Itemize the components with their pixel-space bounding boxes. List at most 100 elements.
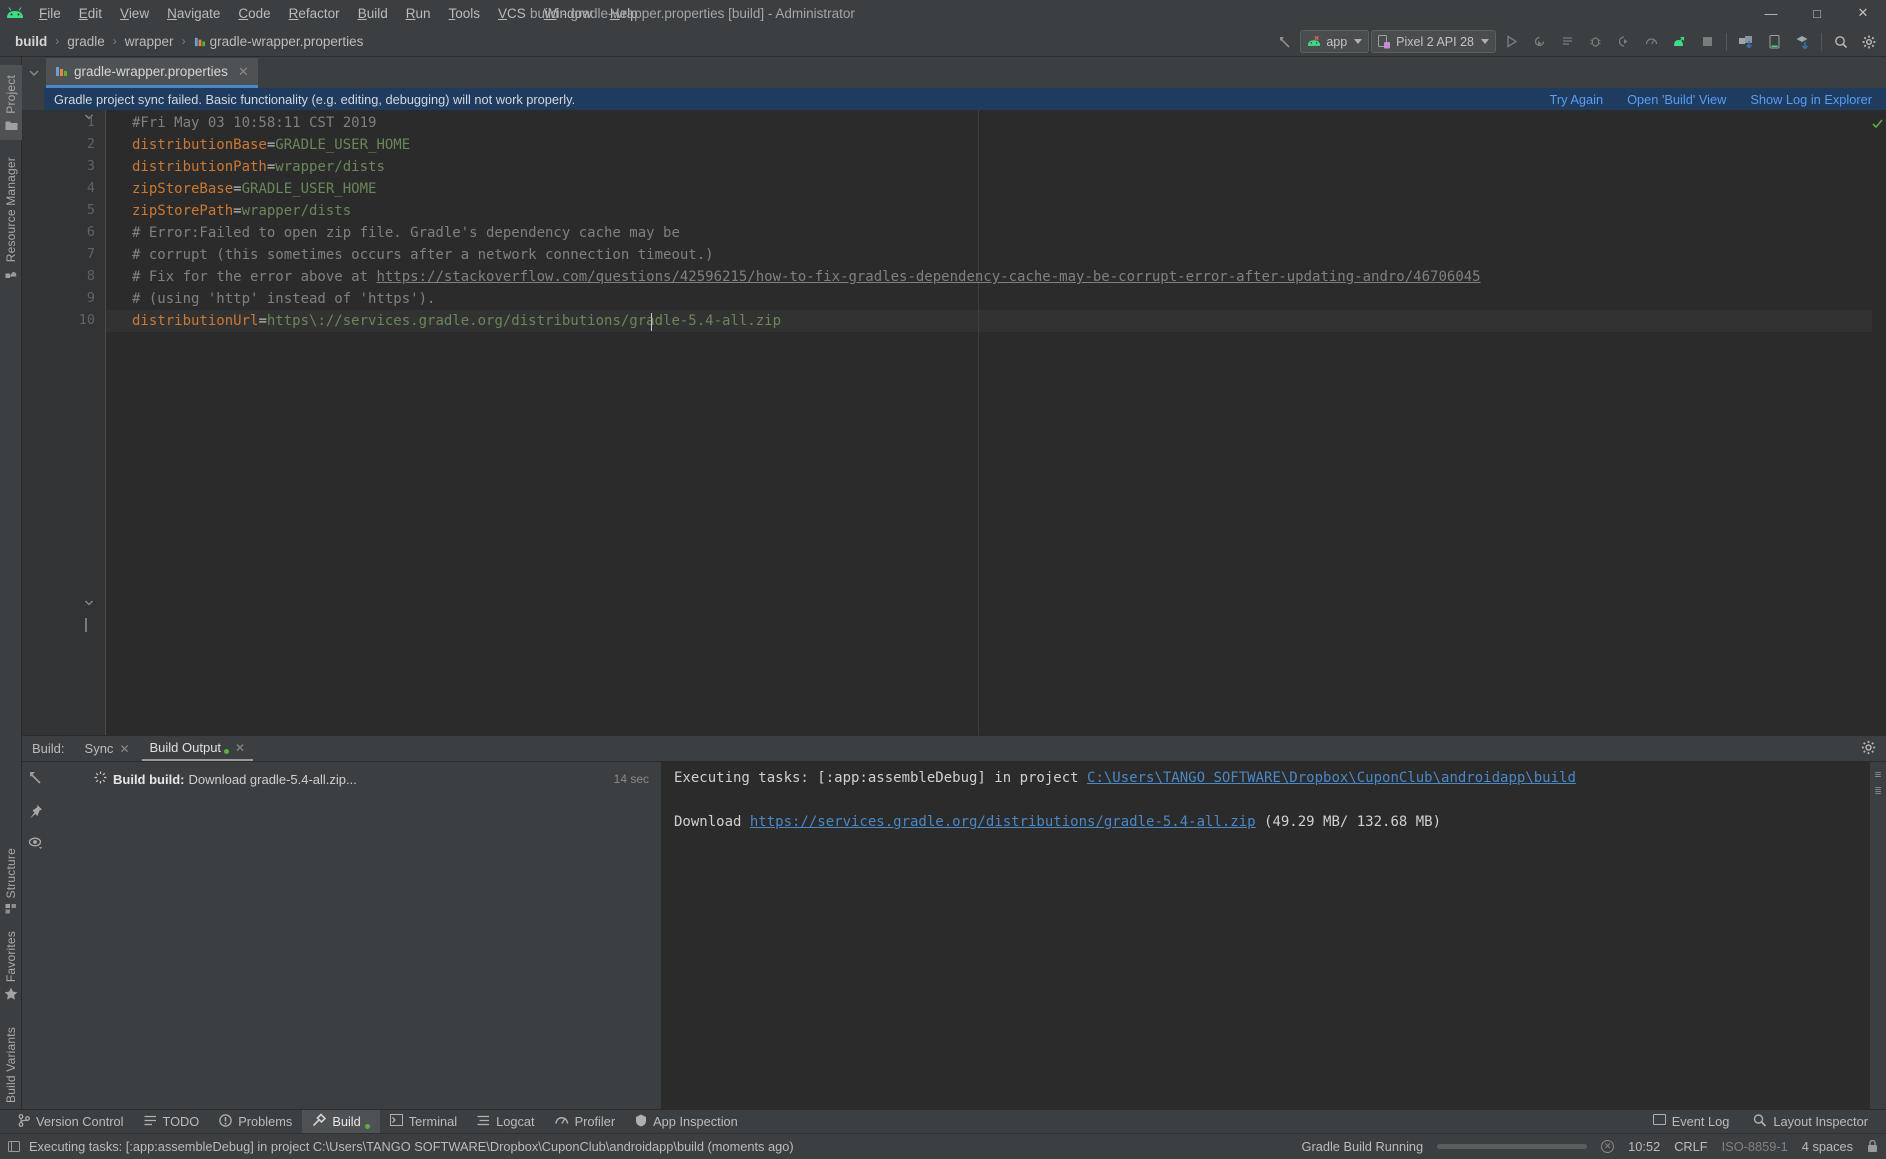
search-everywhere-button[interactable] (1828, 29, 1854, 54)
build-tab-build-output-close-icon[interactable]: ✕ (235, 741, 245, 755)
editor-gutter[interactable]: 1 2 3 4 5 6 7 8 9 10 (22, 110, 106, 735)
build-task-row[interactable]: Build build: Download gradle-5.4-all.zip… (50, 768, 661, 790)
fold-collapse-icon[interactable] (84, 598, 94, 611)
lock-icon[interactable] (1867, 1140, 1878, 1153)
apply-changes-button[interactable] (1554, 29, 1580, 54)
bottom-strip-right: Event Log Layout Inspector (1643, 1110, 1878, 1133)
code-line[interactable]: zipStorePath=wrapper/dists (132, 200, 351, 222)
menu-item-edit[interactable]: Edit (70, 3, 111, 24)
code-line[interactable]: #Fri May 03 10:58:11 CST 2019 (132, 112, 376, 134)
tab-list-toggle-icon[interactable] (22, 57, 46, 88)
maximize-button[interactable]: □ (1794, 0, 1840, 26)
tool-window-button-resource-manager[interactable]: Resource Manager (0, 150, 22, 288)
indent-setting[interactable]: 4 spaces (1802, 1139, 1853, 1154)
build-tab-sync-close-icon[interactable]: ✕ (119, 742, 129, 756)
build-tab-sync[interactable]: Sync ✕ (77, 736, 138, 761)
menu-item-view[interactable]: View (111, 3, 158, 24)
console-hyperlink[interactable]: C:\Users\TANGO SOFTWARE\Dropbox\CuponClu… (1087, 770, 1576, 786)
build-tab-build-output[interactable]: Build Output ✕ (141, 736, 254, 761)
menu-item-file[interactable]: File (30, 3, 70, 24)
main-toolbar: app Pixel 2 API 28 (1272, 26, 1882, 57)
code-line[interactable]: distributionUrl=https\://services.gradle… (132, 310, 781, 332)
console-wrap-icon[interactable]: ≡ (1870, 766, 1886, 782)
code-token: # Error:Failed to open zip file. Gradle'… (132, 225, 680, 241)
console-scroll-icon[interactable]: ≣ (1870, 782, 1886, 798)
build-settings-gear-icon[interactable] (1861, 740, 1876, 758)
minimize-button[interactable]: — (1748, 0, 1794, 26)
run-configuration-selector[interactable]: app (1300, 30, 1370, 53)
breadcrumb-item-build[interactable]: build (10, 33, 52, 50)
layout-inspector-button[interactable] (1789, 29, 1815, 54)
status-window-icon[interactable] (8, 1140, 21, 1153)
console-hyperlink[interactable]: https://services.gradle.org/distribution… (750, 814, 1256, 830)
eye-icon[interactable] (28, 836, 44, 853)
bottom-tool-event-log[interactable]: Event Log (1643, 1110, 1740, 1133)
run-button[interactable] (1498, 29, 1524, 54)
bottom-tool-logcat[interactable]: Logcat (467, 1110, 544, 1133)
breadcrumb-item-gradle[interactable]: gradle (62, 33, 110, 50)
tool-window-button-structure[interactable]: Structure (0, 835, 22, 924)
bottom-tool-todo[interactable]: TODO (134, 1110, 210, 1133)
editor-tab-close-icon[interactable]: ✕ (238, 64, 249, 80)
stop-button[interactable] (1694, 29, 1720, 54)
breadcrumb-item-gradle-wrapper-properties[interactable]: gradle-wrapper.properties (189, 33, 369, 50)
tool-window-button-project[interactable]: Project (0, 65, 22, 140)
breadcrumb-label: gradle-wrapper.properties (209, 33, 364, 49)
bottom-tool-build[interactable]: Build (302, 1110, 380, 1133)
sync-gradle-button[interactable] (1666, 29, 1692, 54)
build-console-output[interactable]: ≡ ≣ Executing tasks: [:app:assembleDebug… (662, 762, 1886, 1125)
code-line[interactable]: # corrupt (this sometimes occurs after a… (132, 244, 714, 266)
avd-manager-button[interactable] (1761, 29, 1787, 54)
code-line[interactable]: # (using 'http' instead of 'https'). (132, 288, 435, 310)
code-line[interactable]: # Error:Failed to open zip file. Gradle'… (132, 222, 680, 244)
bottom-tool-profiler[interactable]: Profiler (545, 1110, 626, 1133)
editor-text-area[interactable]: #Fri May 03 10:58:11 CST 2019 distributio… (106, 110, 1886, 735)
code-hyperlink[interactable]: https://stackoverflow.com/questions/4259… (376, 269, 1480, 285)
menu-item-refactor[interactable]: Refactor (280, 3, 349, 24)
caret-position[interactable]: 10:52 (1628, 1139, 1660, 1154)
collapse-arrow-icon[interactable] (28, 770, 44, 789)
device-selector[interactable]: Pixel 2 API 28 (1371, 30, 1496, 53)
build-task-tree[interactable]: Build build: Download gradle-5.4-all.zip… (50, 762, 662, 1125)
banner-link-open-build-view[interactable]: Open 'Build' View (1627, 92, 1726, 107)
build-running-indicator-dot (224, 749, 230, 754)
banner-link-show-log-in-explorer[interactable]: Show Log in Explorer (1750, 92, 1872, 107)
banner-link-try-again[interactable]: Try Again (1550, 92, 1604, 107)
file-encoding[interactable]: ISO-8859-1 (1722, 1139, 1788, 1154)
line-separator[interactable]: CRLF (1674, 1139, 1707, 1154)
bottom-tool-terminal[interactable]: Terminal (380, 1110, 467, 1133)
editor-tab-gradle-wrapper-properties[interactable]: gradle-wrapper.properties ✕ (46, 58, 258, 88)
build-side-toolbar (22, 762, 50, 1125)
build-window-header: Build: Sync ✕ Build Output ✕ (22, 736, 1886, 762)
menu-item-vcs[interactable]: VCS (489, 3, 535, 24)
attach-debugger-button[interactable] (1610, 29, 1636, 54)
menu-item-navigate[interactable]: Navigate (158, 3, 229, 24)
debug-button[interactable] (1582, 29, 1608, 54)
console-side-rail[interactable]: ≡ ≣ (1870, 762, 1886, 1125)
sdk-manager-button[interactable] (1733, 29, 1759, 54)
code-line[interactable]: distributionPath=wrapper/dists (132, 156, 385, 178)
bottom-tool-app-inspection[interactable]: App Inspection (625, 1110, 748, 1133)
code-editor[interactable]: 1 2 3 4 5 6 7 8 9 10 #Fri May 03 10:58:11 CST 201… (22, 110, 1886, 735)
settings-button[interactable] (1856, 29, 1882, 54)
code-line[interactable]: zipStoreBase=GRADLE_USER_HOME (132, 178, 376, 200)
menu-item-run[interactable]: Run (397, 3, 440, 24)
code-line[interactable]: distributionBase=GRADLE_USER_HOME (132, 134, 410, 156)
code-line[interactable]: # Fix for the error above at https://sta… (132, 266, 1481, 288)
pin-icon[interactable] (28, 803, 44, 822)
breadcrumb-item-wrapper[interactable]: wrapper (120, 33, 179, 50)
bottom-tool-layout-inspector[interactable]: Layout Inspector (1743, 1110, 1878, 1133)
text-caret (651, 313, 652, 331)
bottom-tool-version-control[interactable]: Version Control (8, 1110, 134, 1133)
cancel-build-icon[interactable]: ✕ (1601, 1140, 1615, 1153)
profiler-button[interactable] (1638, 29, 1664, 54)
close-button[interactable]: ✕ (1840, 0, 1886, 26)
run-coverage-button[interactable] (1526, 29, 1552, 54)
editor-error-stripe[interactable] (1872, 110, 1886, 735)
back-arrow-icon[interactable] (1272, 29, 1298, 54)
menu-item-build[interactable]: Build (349, 3, 397, 24)
tool-window-button-favorites[interactable]: Favorites (0, 920, 22, 1009)
menu-item-code[interactable]: Code (229, 3, 279, 24)
bottom-tool-problems[interactable]: Problems (209, 1110, 302, 1133)
menu-item-tools[interactable]: Tools (440, 3, 490, 24)
